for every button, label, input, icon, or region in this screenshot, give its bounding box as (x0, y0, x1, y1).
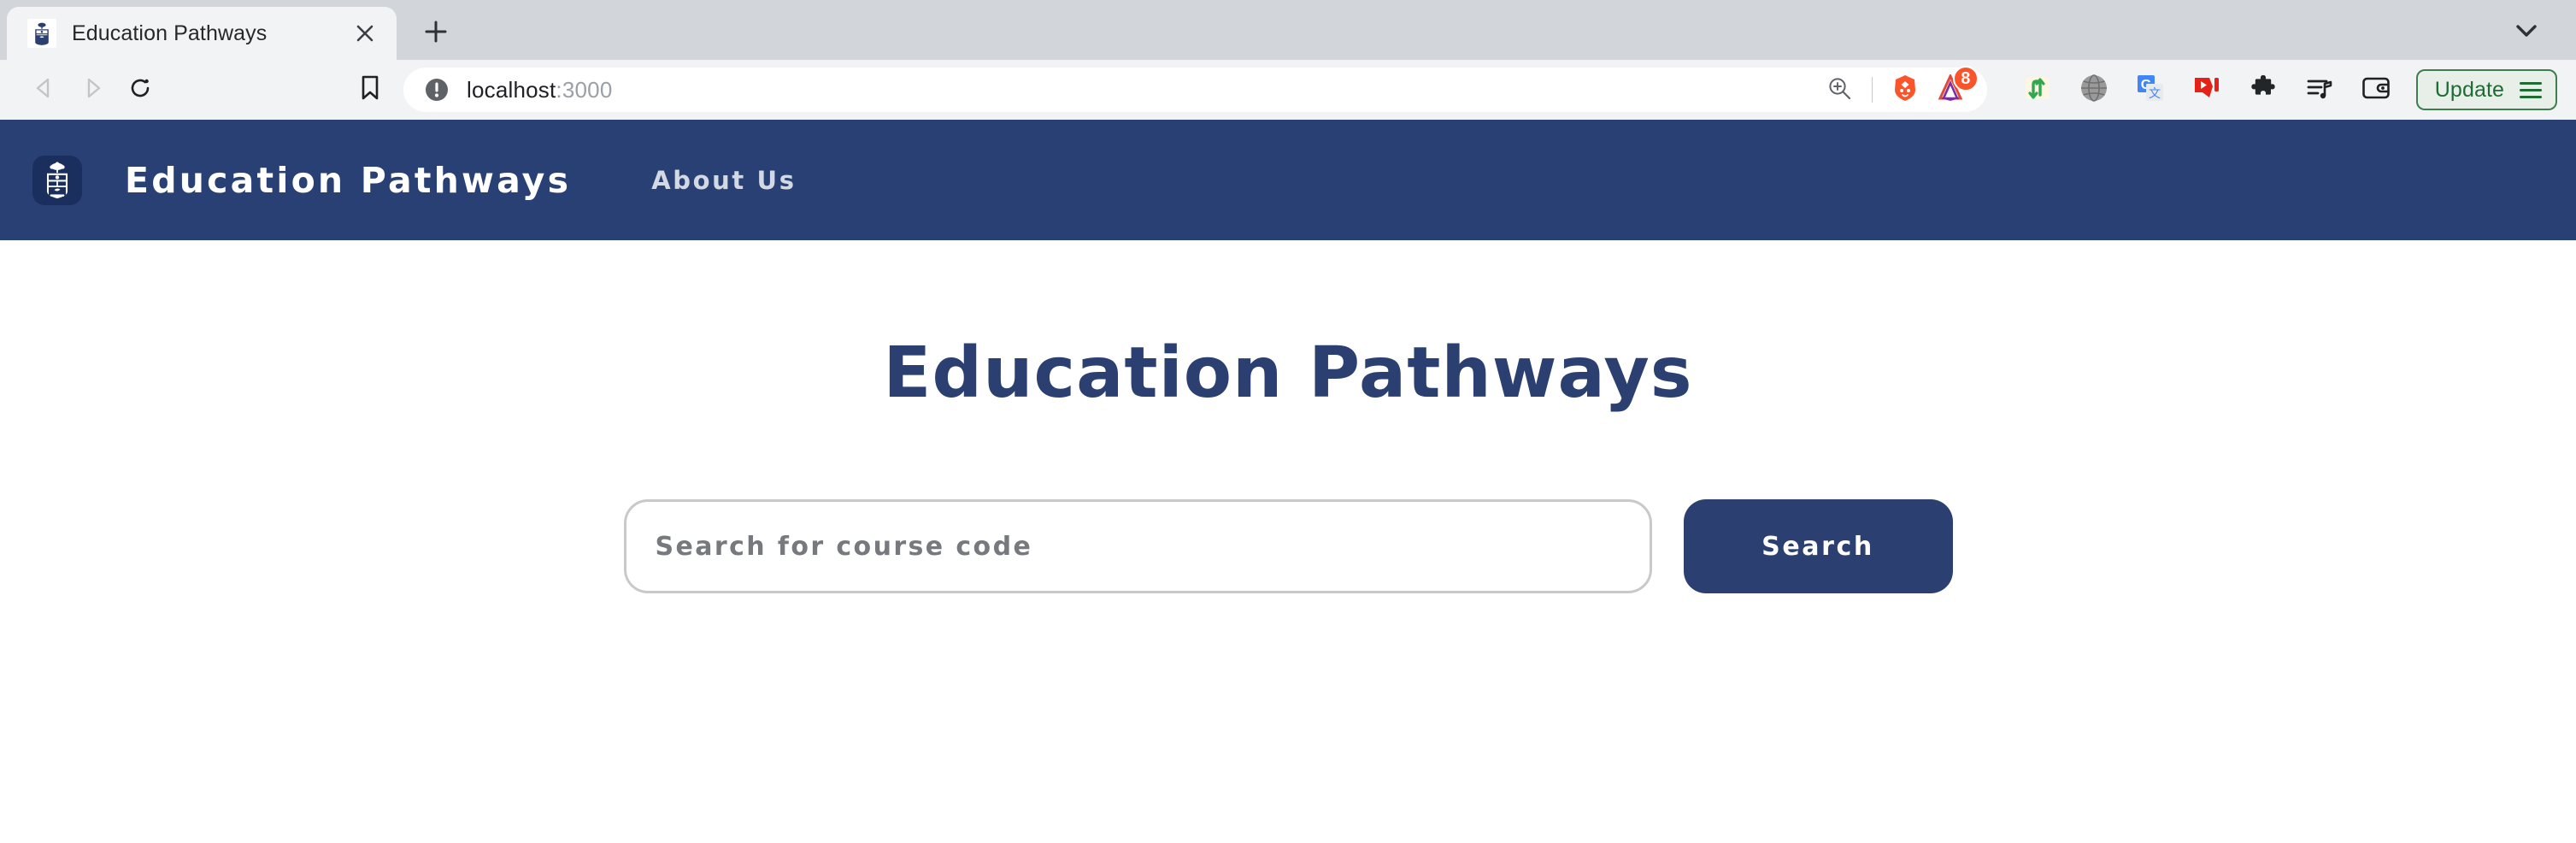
update-button[interactable]: Update (2415, 69, 2557, 110)
google-translate-icon: G 文 (2136, 74, 2165, 107)
toolbar-divider (1871, 77, 1873, 103)
bookmark-icon (360, 75, 380, 105)
search-button[interactable]: Search (1683, 499, 1953, 593)
site-header: Education Pathways About Us (0, 120, 2576, 240)
browser-toolbar: localhost:3000 8 G 文 Update (0, 60, 2576, 120)
tab-strip: Education Pathways (0, 0, 2576, 60)
brave-shields-lion-icon (1891, 74, 1920, 107)
zoom-in-button[interactable] (1817, 68, 1861, 112)
rewards-badge-count: 8 (1952, 66, 1979, 91)
sync-arrows-icon (2024, 74, 2051, 106)
reload-icon (128, 76, 152, 104)
address-bar[interactable]: localhost:3000 8 (403, 66, 1987, 112)
site-brand: Education Pathways (125, 159, 572, 201)
url-host: localhost (467, 76, 556, 103)
extension-sync-arrows[interactable] (2009, 66, 2066, 114)
playlist-icon (2306, 74, 2333, 106)
youtube-dislike-icon (2192, 74, 2221, 107)
forward-arrow-icon (81, 77, 103, 103)
hamburger-menu-icon[interactable] (2520, 81, 2542, 98)
sphere-icon (2079, 74, 2108, 107)
not-secure-info-icon[interactable] (424, 77, 450, 103)
tab-title: Education Pathways (72, 21, 268, 45)
back-arrow-icon (33, 77, 56, 103)
extensions-button[interactable] (2235, 66, 2291, 114)
page-title: Education Pathways (883, 333, 1693, 414)
uoft-crest-logo[interactable] (32, 155, 82, 205)
address-bar-actions: 8 (1817, 66, 1979, 112)
url-port: :3000 (556, 76, 613, 103)
nav-link-about-us[interactable]: About Us (651, 166, 796, 195)
site-nav: About Us (651, 166, 796, 195)
plus-icon (424, 20, 448, 48)
page-viewport: Education Pathways About Us Education Pa… (0, 120, 2576, 843)
search-row: Search (623, 499, 1953, 593)
uoft-crest-favicon (27, 19, 56, 48)
wallet-button[interactable] (2348, 66, 2404, 114)
svg-text:文: 文 (2149, 86, 2161, 100)
search-input[interactable] (623, 499, 1652, 593)
brave-rewards-button[interactable]: 8 (1927, 66, 1979, 112)
url-text: localhost:3000 (467, 77, 1817, 103)
brave-shields-button[interactable] (1883, 68, 1927, 112)
browser-tab-education-pathways[interactable]: Education Pathways (7, 7, 397, 60)
close-icon[interactable] (350, 19, 379, 48)
zoom-in-icon (1826, 75, 1852, 105)
new-tab-button[interactable] (412, 9, 460, 57)
playlist-button[interactable] (2291, 66, 2348, 114)
extension-sphere[interactable] (2066, 66, 2122, 114)
extension-google-translate[interactable]: G 文 (2122, 66, 2179, 114)
hero-section: Education Pathways Search (0, 240, 2576, 593)
update-button-label: Update (2434, 77, 2504, 102)
extension-youtube-dislike[interactable] (2179, 66, 2235, 114)
tab-search-button[interactable] (2511, 17, 2542, 48)
wallet-icon (2361, 75, 2391, 105)
bookmark-button[interactable] (349, 68, 391, 111)
forward-button[interactable] (68, 66, 116, 114)
puzzle-piece-icon (2250, 74, 2277, 106)
extensions-area: G 文 (2009, 66, 2404, 114)
chevron-down-icon (2516, 24, 2537, 42)
browser-window: Education Pathways localhost:3000 8 G 文 … (0, 0, 2576, 843)
reload-button[interactable] (116, 66, 164, 114)
back-button[interactable] (21, 66, 68, 114)
